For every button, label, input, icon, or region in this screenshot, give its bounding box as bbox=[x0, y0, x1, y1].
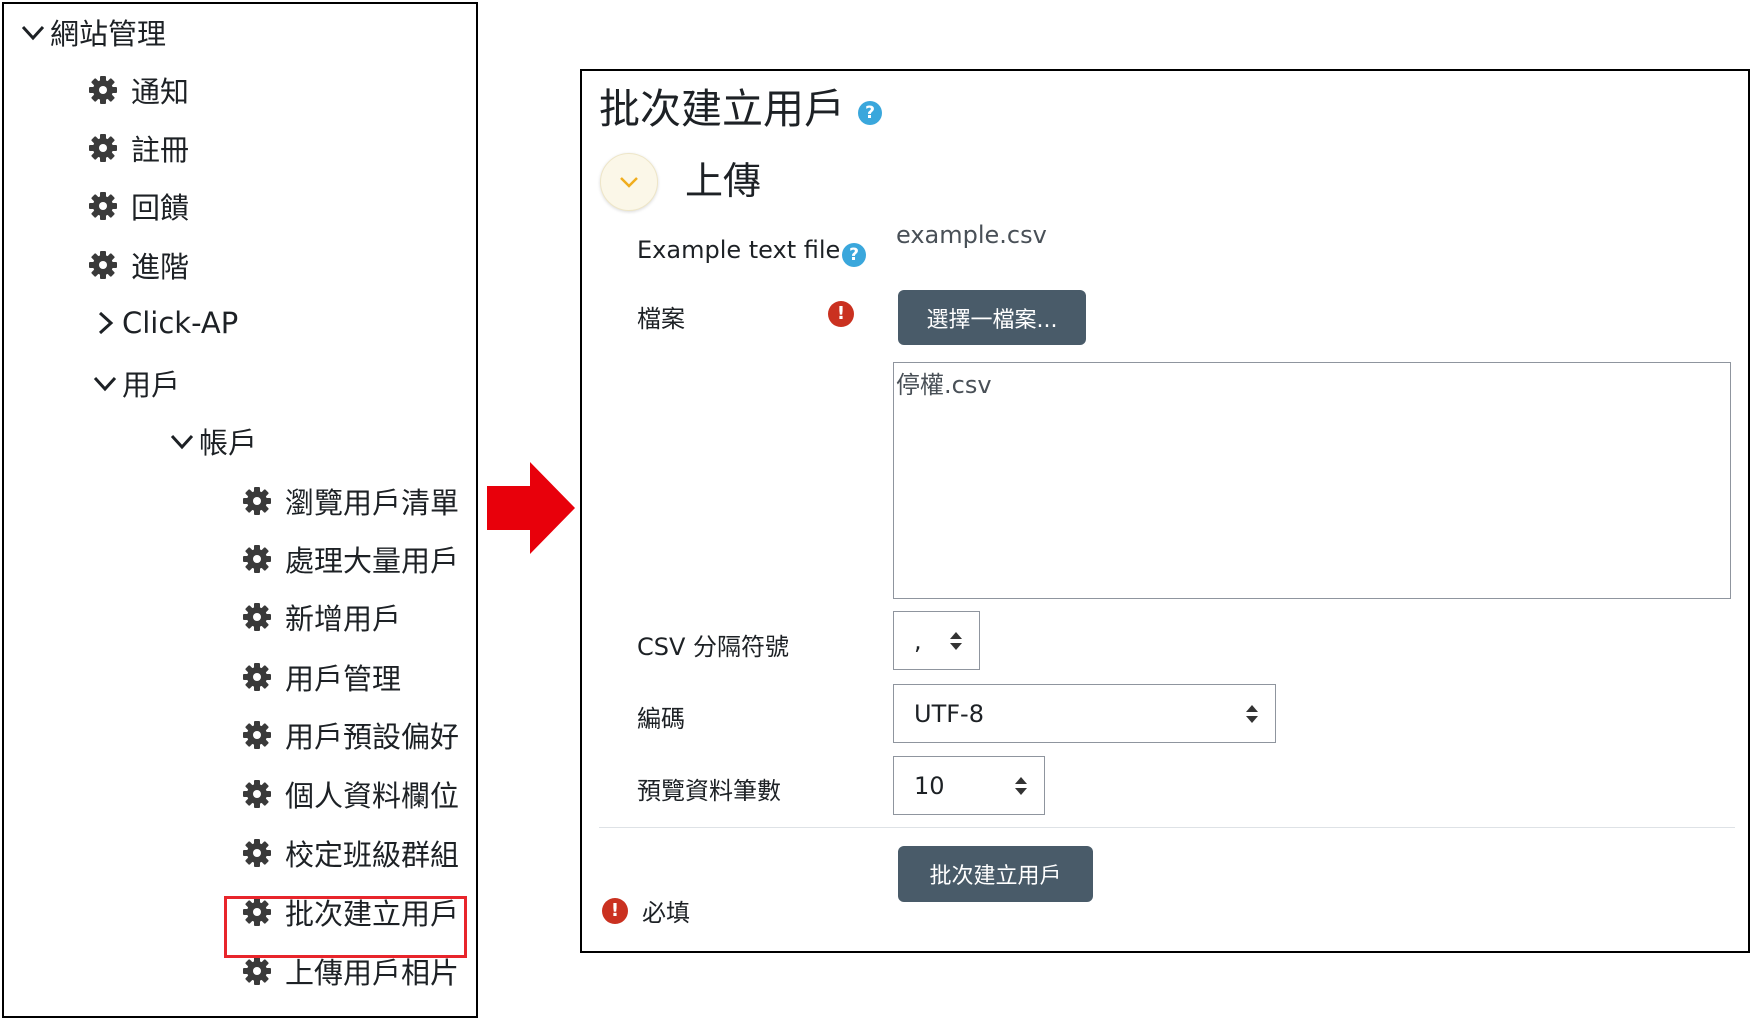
chevron-right-icon bbox=[90, 308, 120, 338]
preview-rows-value: 10 bbox=[914, 771, 945, 800]
file-label: 檔案 bbox=[637, 305, 685, 333]
nav-node-label: Click-AP bbox=[122, 306, 239, 340]
nav-item-user-management[interactable]: 用戶管理 bbox=[242, 655, 401, 699]
preview-rows-select[interactable]: 10 bbox=[893, 756, 1045, 815]
gear-icon bbox=[88, 75, 118, 105]
nav-item-browse-users[interactable]: 瀏覽用戶清單 bbox=[242, 479, 459, 523]
gear-icon bbox=[242, 720, 272, 750]
nav-item-label: 用戶預設偏好 bbox=[285, 720, 460, 754]
site-admin-nav-tree: 網站管理 通知 註冊 回饋 進階 Click-AP 用戶 帳戶 瀏覽用戶清單 處… bbox=[2, 2, 478, 1018]
section-title: 上傳 bbox=[685, 159, 762, 203]
highlight-box bbox=[224, 896, 467, 958]
gear-icon bbox=[242, 544, 272, 574]
csv-delimiter-value: , bbox=[914, 626, 922, 655]
nav-item-label: 通知 bbox=[131, 75, 190, 109]
sort-arrows-icon bbox=[1246, 704, 1258, 723]
upload-users-panel: 批次建立用戶 ? 上傳 Example text file ? example.… bbox=[580, 69, 1750, 953]
nav-node-label: 用戶 bbox=[122, 368, 181, 402]
nav-item-registration[interactable]: 註冊 bbox=[88, 126, 189, 170]
sort-arrows-icon bbox=[1015, 776, 1027, 795]
gear-icon bbox=[242, 486, 272, 516]
help-icon[interactable]: ? bbox=[858, 101, 882, 125]
chevron-down-icon bbox=[620, 177, 638, 188]
nav-node-accounts[interactable]: 帳戶 bbox=[167, 419, 257, 463]
help-icon[interactable]: ? bbox=[842, 243, 866, 267]
sort-arrows-icon bbox=[950, 631, 962, 650]
nav-item-label: 進階 bbox=[131, 250, 190, 284]
file-drop-area[interactable]: 停權.csv bbox=[893, 362, 1731, 599]
required-icon: ! bbox=[828, 301, 854, 327]
gear-icon bbox=[242, 838, 272, 868]
nav-item-cohorts[interactable]: 校定班級群組 bbox=[242, 831, 459, 875]
nav-item-feedback[interactable]: 回饋 bbox=[88, 184, 189, 228]
page-title: 批次建立用戶 bbox=[599, 85, 845, 133]
gear-icon bbox=[88, 191, 118, 221]
nav-item-bulk-actions[interactable]: 處理大量用戶 bbox=[242, 537, 459, 581]
selected-file-name: 停權.csv bbox=[896, 371, 992, 399]
nav-item-label: 註冊 bbox=[131, 133, 190, 167]
chevron-down-icon bbox=[90, 368, 120, 398]
gear-icon bbox=[242, 602, 272, 632]
nav-item-label: 個人資料欄位 bbox=[285, 779, 460, 813]
section-collapse-button[interactable] bbox=[600, 153, 658, 211]
required-icon: ! bbox=[602, 897, 628, 924]
chevron-down-icon bbox=[167, 426, 197, 456]
required-note-text: 必填 bbox=[642, 899, 690, 927]
nav-item-notifications[interactable]: 通知 bbox=[88, 68, 189, 112]
csv-delimiter-label: CSV 分隔符號 bbox=[637, 633, 790, 661]
arrow-right-icon bbox=[487, 462, 575, 554]
form-divider bbox=[599, 827, 1735, 828]
choose-file-button[interactable]: 選擇一檔案... bbox=[898, 290, 1086, 345]
nav-item-label: 處理大量用戶 bbox=[285, 544, 460, 578]
nav-item-advanced[interactable]: 進階 bbox=[88, 243, 189, 287]
encoding-select[interactable]: UTF-8 bbox=[893, 684, 1276, 743]
nav-item-label: 用戶管理 bbox=[285, 662, 402, 696]
nav-item-user-default-preferences[interactable]: 用戶預設偏好 bbox=[242, 713, 459, 757]
gear-icon bbox=[242, 956, 272, 986]
gear-icon bbox=[88, 250, 118, 280]
nav-item-label: 新增用戶 bbox=[285, 602, 402, 636]
preview-rows-label: 預覽資料筆數 bbox=[637, 777, 781, 805]
nav-item-add-user[interactable]: 新增用戶 bbox=[242, 595, 401, 639]
gear-icon bbox=[88, 133, 118, 163]
gear-icon bbox=[242, 662, 272, 692]
nav-node-site-admin[interactable]: 網站管理 bbox=[18, 10, 166, 54]
chevron-down-icon bbox=[18, 17, 48, 47]
nav-node-label: 網站管理 bbox=[50, 17, 167, 51]
nav-item-label: 瀏覽用戶清單 bbox=[285, 486, 460, 520]
example-file-link[interactable]: example.csv bbox=[896, 221, 1047, 249]
nav-node-label: 帳戶 bbox=[199, 426, 258, 460]
nav-node-click-ap[interactable]: Click-AP bbox=[90, 301, 238, 345]
csv-delimiter-select[interactable]: , bbox=[893, 611, 980, 670]
nav-item-label: 校定班級群組 bbox=[285, 838, 460, 872]
gear-icon bbox=[242, 779, 272, 809]
encoding-label: 編碼 bbox=[637, 705, 685, 733]
nav-item-label: 回饋 bbox=[131, 191, 190, 225]
nav-node-users[interactable]: 用戶 bbox=[90, 361, 180, 405]
submit-upload-users-button[interactable]: 批次建立用戶 bbox=[898, 846, 1093, 902]
required-note: ! 必填 bbox=[602, 893, 690, 928]
example-file-label: Example text file bbox=[637, 236, 841, 264]
encoding-value: UTF-8 bbox=[914, 699, 984, 728]
nav-item-profile-fields[interactable]: 個人資料欄位 bbox=[242, 772, 459, 816]
